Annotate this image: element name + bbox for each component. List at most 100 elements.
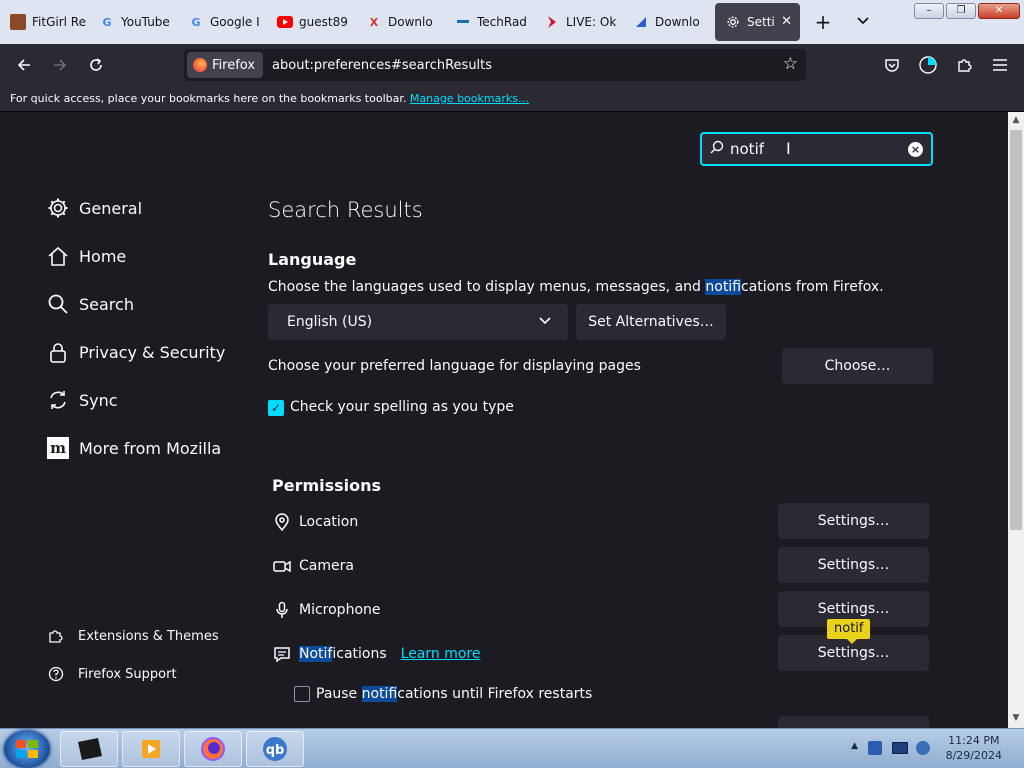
sidebar-label-sync: Sync	[79, 390, 118, 410]
language-select[interactable]: English (US)	[268, 304, 568, 340]
tab-title: FitGirl Re	[32, 15, 86, 29]
browser-tab[interactable]: TechRad	[445, 3, 534, 41]
taskbar-app-qbittorrent[interactable]: qb	[246, 731, 304, 767]
browser-tab[interactable]: G YouTube	[89, 3, 178, 41]
permission-microphone: Microphone	[272, 600, 381, 620]
home-icon	[46, 244, 70, 268]
vertical-scrollbar[interactable]: ▲ ▼	[1008, 112, 1024, 728]
extensions-puzzle-icon[interactable]	[951, 53, 977, 77]
preferences-search-input[interactable]: notif I ×	[700, 132, 933, 166]
choose-language-button[interactable]: Choose…	[782, 348, 933, 384]
sidebar-item-support[interactable]: Firefox Support	[48, 666, 177, 682]
pause-after: ications until Firefox restarts	[397, 686, 593, 702]
reload-button[interactable]	[78, 50, 114, 80]
permissions-heading: Permissions	[272, 476, 382, 495]
new-tab-button[interactable]: +	[803, 10, 843, 34]
lock-icon	[46, 340, 70, 364]
sidebar-item-search[interactable]: Search	[46, 292, 134, 316]
network-tray-icon[interactable]	[868, 741, 882, 755]
manage-bookmarks-link[interactable]: Manage bookmarks…	[410, 92, 529, 105]
sidebar-label-home: Home	[79, 246, 127, 266]
clear-search-icon[interactable]: ×	[908, 142, 923, 157]
bookmarks-message: For quick access, place your bookmarks h…	[10, 92, 407, 105]
forward-button[interactable]	[42, 50, 78, 80]
hamburger-menu-icon[interactable]	[987, 53, 1013, 77]
sidebar-item-more-from-mozilla[interactable]: m More from Mozilla	[46, 436, 221, 460]
camera-label: Camera	[299, 558, 354, 574]
taskbar-app-media-player[interactable]	[122, 731, 180, 767]
help-circle-icon	[48, 666, 64, 682]
language-desc-after: ications from Firefox.	[741, 279, 884, 295]
pause-notifications-checkbox[interactable]	[294, 686, 310, 702]
back-button[interactable]	[6, 50, 42, 80]
browser-tab[interactable]: FitGirl Re	[0, 3, 89, 41]
taskbar-app-firefox[interactable]	[184, 731, 242, 767]
gear-icon	[725, 14, 741, 30]
camera-settings-button[interactable]: Settings…	[778, 547, 929, 583]
learn-more-link[interactable]: Learn more	[401, 646, 481, 662]
live-news-icon	[544, 14, 560, 30]
scrollbar-thumb[interactable]	[1010, 130, 1022, 530]
browser-tab[interactable]: Downlo	[623, 3, 712, 41]
techradar-icon	[455, 14, 471, 30]
account-icon[interactable]	[915, 53, 941, 77]
identity-box[interactable]: Firefox	[187, 52, 264, 78]
display-tray-icon[interactable]	[892, 742, 908, 754]
sidebar-item-extensions[interactable]: Extensions & Themes	[48, 628, 219, 644]
youtube-icon	[277, 14, 293, 30]
pause-notifications-label: Pause notifications until Firefox restar…	[316, 686, 592, 702]
sidebar-label-general: General	[79, 198, 143, 218]
spellcheck-label: Check your spelling as you type	[290, 399, 514, 415]
pocket-icon[interactable]	[879, 53, 905, 77]
search-icon	[710, 140, 724, 158]
url-text[interactable]: about:preferences#searchResults	[272, 58, 492, 73]
search-highlight: Notif	[299, 646, 333, 662]
search-highlight: notif	[361, 686, 398, 702]
restore-button[interactable]: ❐	[946, 3, 976, 19]
set-alternatives-button[interactable]: Set Alternatives…	[576, 304, 726, 340]
browser-tab[interactable]: guest89	[267, 3, 356, 41]
taskbar-clock[interactable]: 11:24 PM 8/29/2024	[946, 733, 1002, 763]
close-window-button[interactable]: ✕	[978, 3, 1020, 19]
window-controls: – ❐ ✕	[914, 3, 1020, 19]
bookmark-star-icon[interactable]: ☆	[783, 54, 798, 74]
taskbar-app-terminal[interactable]	[60, 731, 118, 767]
tab-title: LIVE: Ok	[566, 15, 617, 29]
sidebar-item-general[interactable]: General	[46, 196, 142, 220]
spellcheck-checkbox[interactable]: ✓	[268, 400, 284, 416]
tab-title: Downlo	[388, 15, 433, 29]
preferences-page: notif I × General Home Search Privacy & …	[0, 112, 1008, 728]
url-bar[interactable]: Firefox about:preferences#searchResults …	[184, 49, 806, 81]
sidebar-item-sync[interactable]: Sync	[46, 388, 118, 412]
browser-tab[interactable]: G Google I	[178, 3, 267, 41]
bookmarks-toolbar: For quick access, place your bookmarks h…	[0, 86, 1024, 112]
list-all-tabs-button[interactable]	[843, 14, 883, 30]
svg-text:qb: qb	[266, 743, 285, 758]
volume-tray-icon[interactable]	[916, 741, 930, 755]
sidebar-item-privacy[interactable]: Privacy & Security	[46, 340, 225, 364]
browser-tab[interactable]: X Downlo	[356, 3, 445, 41]
start-button[interactable]	[4, 730, 50, 768]
close-tab-icon[interactable]: ✕	[781, 14, 792, 29]
magnifier-icon	[46, 292, 70, 316]
show-hidden-icons-icon[interactable]: ▲	[851, 741, 858, 751]
sidebar-label-more: More from Mozilla	[79, 438, 222, 458]
browser-tab[interactable]: Setti ✕	[715, 3, 800, 41]
tab-title: guest89	[299, 15, 348, 29]
partial-settings-button[interactable]	[778, 716, 929, 728]
scroll-down-arrow-icon[interactable]: ▼	[1008, 713, 1024, 723]
windows-taskbar: qb ▲ 11:24 PM 8/29/2024	[0, 728, 1024, 768]
sidebar-item-home[interactable]: Home	[46, 244, 126, 268]
navigation-toolbar: Firefox about:preferences#searchResults …	[0, 44, 1024, 86]
microphone-icon	[272, 600, 292, 620]
tab-title: TechRad	[477, 15, 527, 29]
windows-logo-icon	[16, 740, 38, 758]
location-settings-button[interactable]: Settings…	[778, 503, 929, 539]
minimize-button[interactable]: –	[914, 3, 944, 19]
browser-tab[interactable]: LIVE: Ok	[534, 3, 623, 41]
gear-icon	[46, 196, 70, 220]
sidebar-label-search: Search	[79, 294, 134, 314]
clock-date: 8/29/2024	[945, 749, 1002, 762]
firefox-logo-icon	[193, 58, 207, 72]
scroll-up-arrow-icon[interactable]: ▲	[1008, 115, 1024, 125]
